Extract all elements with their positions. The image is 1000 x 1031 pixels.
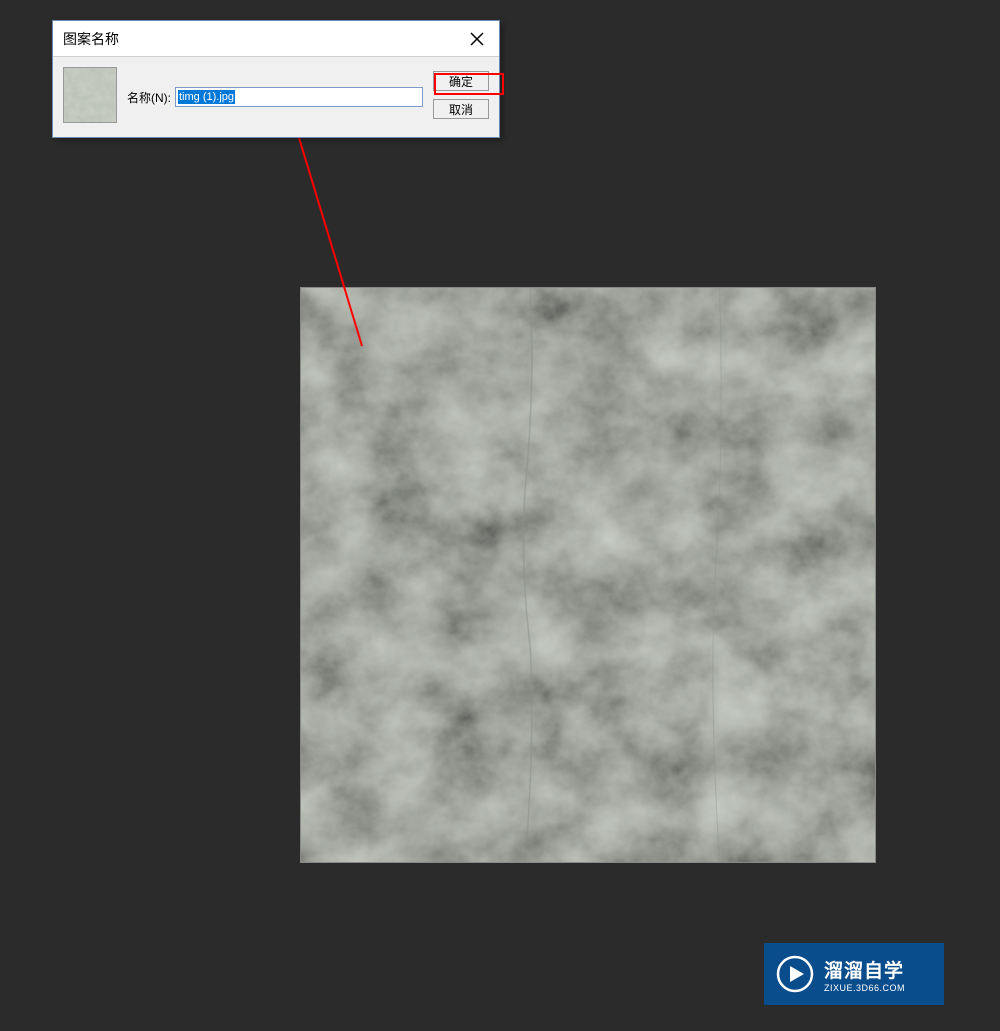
- name-input[interactable]: timg (1).jpg: [175, 87, 423, 107]
- watermark-text: 溜溜自学 ZIXUE.3D66.COM: [824, 956, 905, 993]
- close-icon: [469, 31, 485, 47]
- dialog-titlebar[interactable]: 图案名称: [53, 21, 499, 57]
- name-field-row: 名称(N): timg (1).jpg: [127, 87, 423, 107]
- pattern-preview-thumbnail: [63, 67, 117, 123]
- name-input-value: timg (1).jpg: [178, 90, 235, 104]
- name-label: 名称(N):: [127, 89, 171, 106]
- watermark-sub-text: ZIXUE.3D66.COM: [824, 983, 905, 993]
- watermark-logo-icon: [776, 955, 814, 993]
- ok-button[interactable]: 确定: [433, 71, 489, 91]
- watermark: 溜溜自学 ZIXUE.3D66.COM: [764, 943, 944, 1005]
- canvas-texture: [300, 287, 876, 863]
- pattern-name-dialog: 图案名称 名称(N): timg (: [52, 20, 500, 138]
- dialog-buttons: 确定 取消: [433, 71, 489, 119]
- close-button[interactable]: [455, 21, 499, 57]
- dialog-body: 名称(N): timg (1).jpg 确定 取消: [53, 57, 499, 133]
- dialog-title: 图案名称: [53, 29, 455, 49]
- watermark-main-text: 溜溜自学: [824, 956, 905, 983]
- cancel-button[interactable]: 取消: [433, 99, 489, 119]
